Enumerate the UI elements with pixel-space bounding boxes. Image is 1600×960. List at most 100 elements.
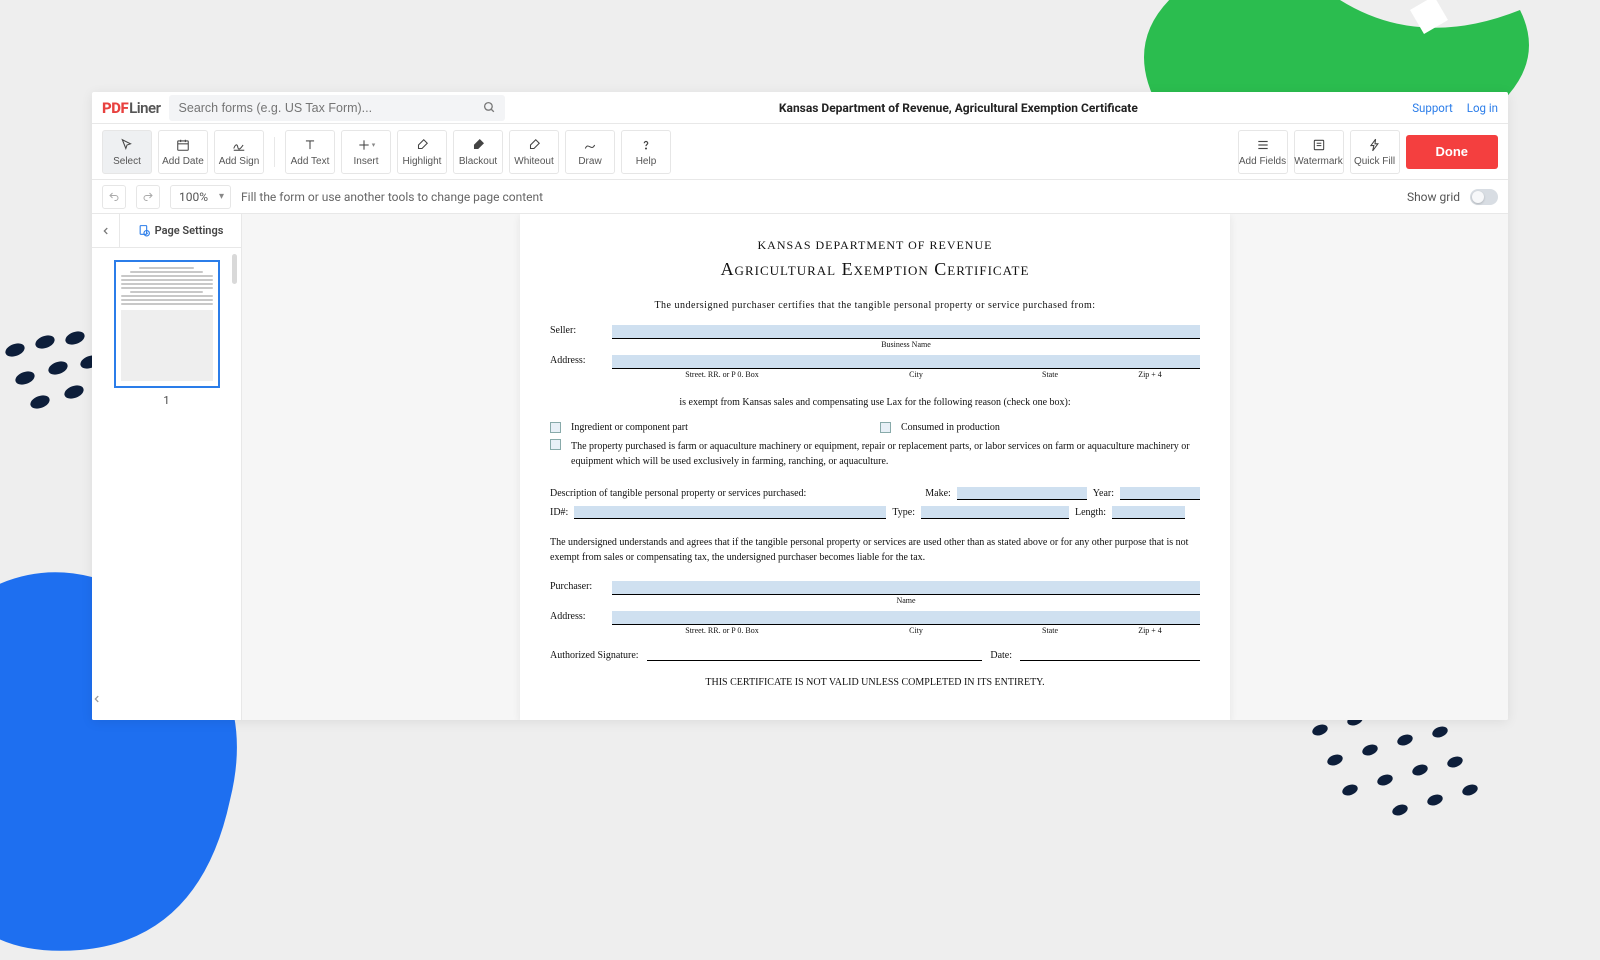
- purchaser-label: Purchaser:: [550, 581, 604, 592]
- checkbox-row-1: Ingredient or component part Consumed in…: [550, 422, 1200, 433]
- date-line[interactable]: [1020, 649, 1200, 661]
- search-input[interactable]: [169, 95, 505, 121]
- add-date-button[interactable]: Add Date: [158, 130, 208, 174]
- fields-icon: [1256, 136, 1270, 154]
- type-field[interactable]: [921, 506, 1069, 519]
- seller-label: Seller:: [550, 325, 604, 336]
- search-icon[interactable]: [483, 101, 496, 114]
- help-button[interactable]: Help: [621, 130, 671, 174]
- thumbnail-label: 1: [104, 394, 229, 407]
- signature-row: Authorized Signature: Date:: [550, 649, 1200, 661]
- text-icon: [303, 136, 317, 154]
- signature-line[interactable]: [647, 649, 983, 661]
- hint-text: Fill the form or use another tools to ch…: [241, 190, 543, 204]
- sidebar-collapse-button[interactable]: [92, 214, 120, 247]
- header-bar: PDFLiner Kansas Department of Revenue, A…: [92, 92, 1508, 124]
- checkbox-consumed[interactable]: [880, 422, 891, 433]
- login-link[interactable]: Log in: [1467, 101, 1498, 115]
- lightning-icon: [1368, 136, 1382, 154]
- insert-button[interactable]: ▾ Insert: [341, 130, 391, 174]
- year-field[interactable]: [1120, 487, 1200, 500]
- seller-field-wrap: Business Name: [612, 325, 1200, 349]
- exempt-line: is exempt from Kansas sales and compensa…: [550, 397, 1200, 408]
- seller-address-field[interactable]: [612, 355, 1200, 369]
- show-grid-toggle[interactable]: [1470, 189, 1498, 205]
- doc-department: KANSAS DEPARTMENT OF REVENUE: [550, 238, 1200, 253]
- checkbox-consumed-label: Consumed in production: [901, 422, 1000, 433]
- toolbar: Select Add Date Add Sign Add Text ▾ Inse…: [92, 124, 1508, 180]
- support-link[interactable]: Support: [1412, 101, 1453, 115]
- desc-prefix: Description of tangible personal propert…: [550, 488, 806, 499]
- undo-button[interactable]: [102, 185, 126, 209]
- doc-intro: The undersigned purchaser certifies that…: [550, 300, 1200, 311]
- add-fields-button[interactable]: Add Fields: [1238, 130, 1288, 174]
- redo-button[interactable]: [136, 185, 160, 209]
- checkbox-machinery[interactable]: [550, 439, 561, 450]
- draw-button[interactable]: Draw: [565, 130, 615, 174]
- seller-field[interactable]: [612, 325, 1200, 339]
- highlight-icon: [415, 136, 429, 154]
- thumbnails-panel: 1: [92, 248, 241, 694]
- date-label: Date:: [990, 650, 1012, 661]
- checkbox-ingredient-label: Ingredient or component part: [571, 422, 688, 433]
- make-field[interactable]: [957, 487, 1087, 500]
- id-field[interactable]: [574, 506, 886, 519]
- address-field-wrap: Street. RR. or P 0. Box City State Zip +…: [612, 355, 1200, 379]
- zoom-select[interactable]: 100%: [170, 185, 231, 209]
- purchaser-row: Purchaser: Name: [550, 581, 1200, 605]
- page-settings-icon: [138, 224, 151, 237]
- purchaser-address-subcaptions: Street. RR. or P 0. Box City State Zip +…: [612, 626, 1200, 635]
- purchaser-address-field[interactable]: [612, 611, 1200, 625]
- logo-pdf: PDF: [102, 99, 128, 117]
- sidebar-collapse-bottom[interactable]: [92, 694, 241, 720]
- highlight-button[interactable]: Highlight: [397, 130, 447, 174]
- quick-fill-button[interactable]: Quick Fill: [1350, 130, 1400, 174]
- doc-title: Agricultural Exemption Certificate: [550, 259, 1200, 280]
- cursor-icon: [120, 136, 134, 154]
- blackout-icon: [471, 136, 485, 154]
- checkbox-row-2: The property purchased is farm or aquacu…: [550, 439, 1200, 469]
- add-text-button[interactable]: Add Text: [285, 130, 335, 174]
- checkbox-machinery-label: The property purchased is farm or aquacu…: [571, 439, 1200, 469]
- watermark-button[interactable]: Watermark: [1294, 130, 1344, 174]
- add-sign-button[interactable]: Add Sign: [214, 130, 264, 174]
- subtoolbar: 100% Fill the form or use another tools …: [92, 180, 1508, 214]
- done-button[interactable]: Done: [1406, 135, 1499, 169]
- toolbar-divider: [274, 137, 275, 167]
- length-label: Length:: [1075, 507, 1106, 518]
- plus-icon: ▾: [357, 136, 376, 154]
- logo[interactable]: PDFLiner: [102, 99, 161, 117]
- description-row-2: ID#: Type: Length:: [550, 506, 1200, 519]
- logo-liner: Liner: [128, 99, 160, 117]
- calendar-icon: [176, 136, 190, 154]
- app-window: PDFLiner Kansas Department of Revenue, A…: [92, 92, 1508, 720]
- make-label: Make:: [925, 488, 951, 499]
- document-page: KANSAS DEPARTMENT OF REVENUE Agricultura…: [520, 214, 1230, 720]
- purchaser-field[interactable]: [612, 581, 1200, 595]
- draw-icon: [583, 136, 597, 154]
- page-thumbnail-1[interactable]: [114, 260, 220, 388]
- watermark-icon: [1312, 136, 1326, 154]
- blackout-button[interactable]: Blackout: [453, 130, 503, 174]
- content-area: Page Settings 1: [92, 214, 1508, 720]
- show-grid-label: Show grid: [1407, 190, 1460, 204]
- seller-row: Seller: Business Name: [550, 325, 1200, 349]
- checkbox-ingredient[interactable]: [550, 422, 561, 433]
- id-label: ID#:: [550, 507, 568, 518]
- whiteout-button[interactable]: Whiteout: [509, 130, 559, 174]
- signature-icon: [232, 136, 246, 154]
- canvas-area[interactable]: KANSAS DEPARTMENT OF REVENUE Agricultura…: [242, 214, 1508, 720]
- scrollbar-indicator[interactable]: [232, 254, 237, 284]
- purchaser-address-label: Address:: [550, 611, 604, 622]
- signature-label: Authorized Signature:: [550, 650, 639, 661]
- seller-address-row: Address: Street. RR. or P 0. Box City St…: [550, 355, 1200, 379]
- page-settings-button[interactable]: Page Settings: [120, 224, 241, 237]
- header-links: Support Log in: [1412, 101, 1498, 115]
- type-label: Type:: [892, 507, 915, 518]
- length-field[interactable]: [1112, 506, 1185, 519]
- sidebar: Page Settings 1: [92, 214, 242, 720]
- footer-note: THIS CERTIFICATE IS NOT VALID UNLESS COM…: [550, 677, 1200, 688]
- description-row-1: Description of tangible personal propert…: [550, 487, 1200, 500]
- select-button[interactable]: Select: [102, 130, 152, 174]
- address-subcaptions: Street. RR. or P 0. Box City State Zip +…: [612, 370, 1200, 379]
